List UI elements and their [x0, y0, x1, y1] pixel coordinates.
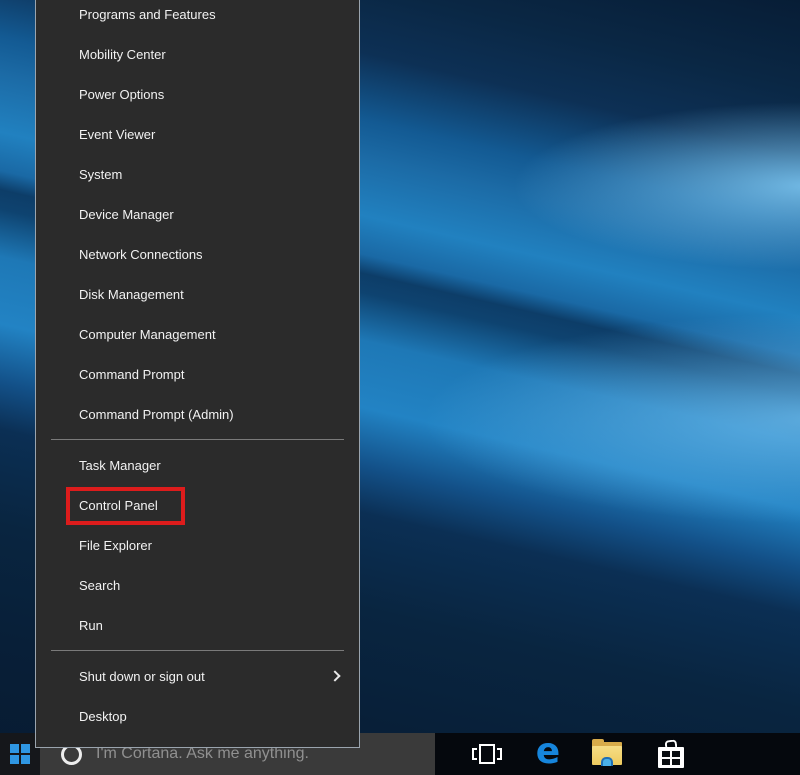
menu-item-label: Task Manager: [79, 458, 161, 473]
winx-power-user-menu: Programs and Features Mobility Center Powe…: [35, 0, 360, 748]
menu-item-label: Mobility Center: [79, 47, 166, 62]
menu-item-programs-and-features[interactable]: Programs and Features: [36, 0, 359, 34]
menu-item-command-prompt[interactable]: Command Prompt: [36, 354, 359, 394]
menu-item-command-prompt-admin[interactable]: Command Prompt (Admin): [36, 394, 359, 434]
submenu-arrow-icon: [329, 670, 340, 681]
menu-item-device-manager[interactable]: Device Manager: [36, 194, 359, 234]
menu-item-event-viewer[interactable]: Event Viewer: [36, 114, 359, 154]
menu-item-mobility-center[interactable]: Mobility Center: [36, 34, 359, 74]
menu-item-label: Event Viewer: [79, 127, 155, 142]
menu-item-task-manager[interactable]: Task Manager: [36, 445, 359, 485]
menu-item-power-options[interactable]: Power Options: [36, 74, 359, 114]
edge-browser-button[interactable]: e: [530, 733, 566, 775]
menu-item-run[interactable]: Run: [36, 605, 359, 645]
edge-icon: e: [536, 734, 560, 770]
windows-logo-icon: [10, 744, 30, 764]
menu-item-shut-down-or-sign-out[interactable]: Shut down or sign out: [36, 656, 359, 696]
file-explorer-button[interactable]: [589, 733, 625, 775]
store-icon: [658, 740, 684, 768]
menu-item-desktop[interactable]: Desktop: [36, 696, 359, 736]
menu-item-label: Desktop: [79, 709, 127, 724]
start-button[interactable]: [0, 733, 40, 775]
menu-separator: [36, 645, 359, 656]
menu-item-label: Command Prompt: [79, 367, 184, 382]
menu-item-label: Run: [79, 618, 103, 633]
menu-item-label: Network Connections: [79, 247, 203, 262]
task-view-button[interactable]: [469, 733, 505, 775]
menu-item-label: Shut down or sign out: [79, 669, 205, 684]
menu-item-label: System: [79, 167, 122, 182]
menu-item-file-explorer[interactable]: File Explorer: [36, 525, 359, 565]
store-button[interactable]: [653, 733, 689, 775]
menu-item-label: Control Panel: [79, 498, 158, 513]
menu-item-search[interactable]: Search: [36, 565, 359, 605]
menu-separator: [36, 434, 359, 445]
menu-item-label: Programs and Features: [79, 7, 216, 22]
menu-item-label: Search: [79, 578, 120, 593]
menu-item-label: Disk Management: [79, 287, 184, 302]
menu-item-label: Device Manager: [79, 207, 174, 222]
menu-item-label: File Explorer: [79, 538, 152, 553]
menu-item-label: Command Prompt (Admin): [79, 407, 234, 422]
menu-item-network-connections[interactable]: Network Connections: [36, 234, 359, 274]
task-view-icon: [472, 743, 502, 765]
menu-item-computer-management[interactable]: Computer Management: [36, 314, 359, 354]
menu-item-system[interactable]: System: [36, 154, 359, 194]
menu-item-control-panel[interactable]: Control Panel: [36, 485, 359, 525]
file-explorer-icon: [592, 742, 622, 766]
menu-item-label: Power Options: [79, 87, 164, 102]
menu-item-label: Computer Management: [79, 327, 216, 342]
menu-item-disk-management[interactable]: Disk Management: [36, 274, 359, 314]
